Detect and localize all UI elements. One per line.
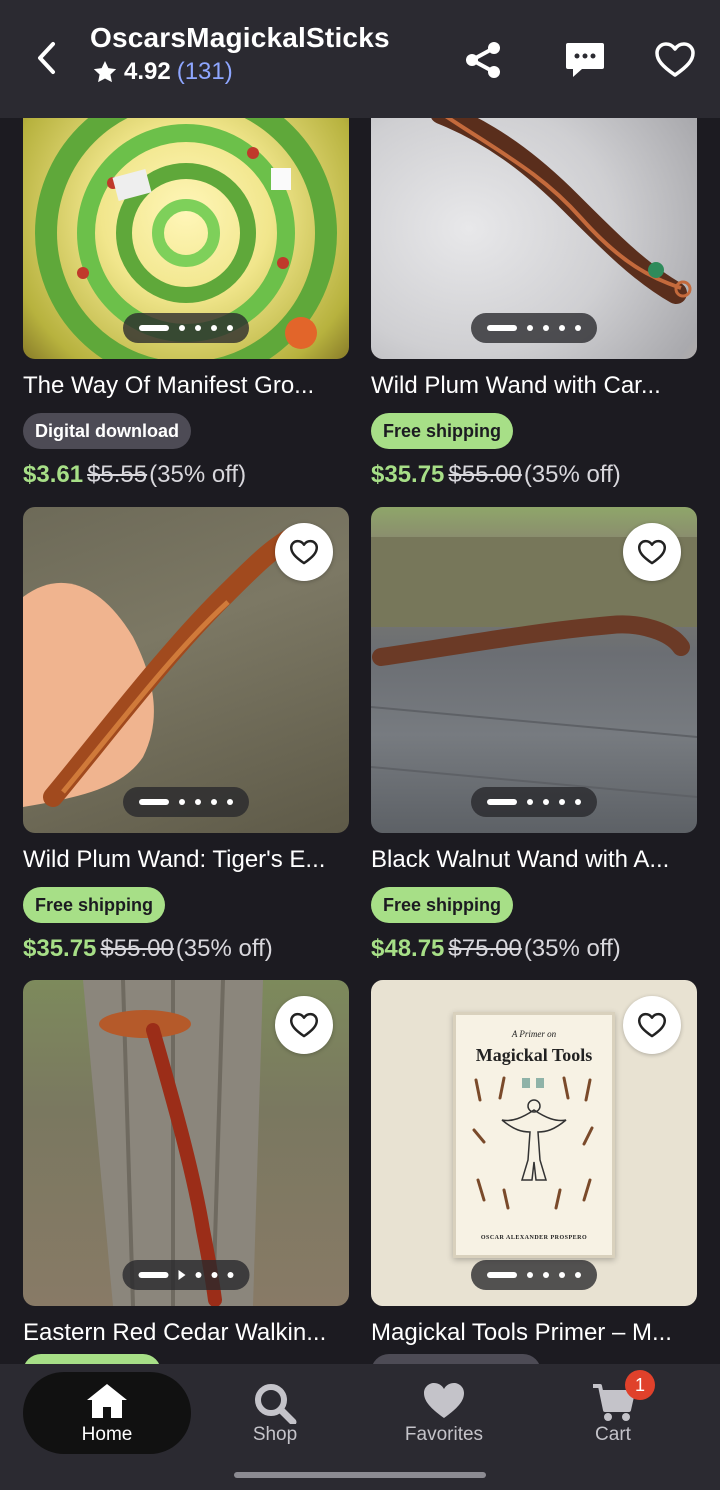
image-carousel-indicator [122, 1260, 250, 1290]
sale-price: $35.75 [23, 935, 97, 962]
listing-image[interactable] [371, 507, 697, 833]
nav-cart[interactable]: 1 Cart [529, 1370, 697, 1454]
listing-title[interactable]: Wild Plum Wand: Tiger's E... [23, 843, 353, 877]
book-subtitle: A Primer on [511, 1029, 557, 1039]
message-button[interactable] [563, 38, 607, 82]
heart-outline-icon [289, 539, 319, 564]
home-indicator[interactable] [234, 1472, 486, 1478]
listing-image[interactable] [23, 980, 349, 1306]
tools-illustration [472, 1076, 594, 1210]
listing-title[interactable]: Wild Plum Wand with Car... [371, 369, 701, 403]
shop-name[interactable]: OscarsMagickalSticks [90, 22, 390, 54]
favorite-button[interactable] [623, 996, 681, 1054]
bottom-navigation: Home Shop Favorites 1 Cart [0, 1364, 720, 1490]
listing-price: $48.75 $75.00(35% off) [371, 929, 697, 969]
listing-price: $35.75 $55.00(35% off) [23, 929, 349, 969]
book-author: OSCAR ALEXANDER PROSPERO [480, 1235, 588, 1241]
favorite-button[interactable] [275, 523, 333, 581]
discount-label: (35% off) [175, 935, 273, 962]
listing-card[interactable]: Black Walnut Wand with A... Free shippin… [371, 507, 697, 969]
star-icon [93, 60, 117, 83]
message-icon [566, 43, 604, 77]
shop-header: OscarsMagickalSticks 4.92 (131) [0, 0, 720, 118]
book-title: Magickal Tools [475, 1045, 593, 1065]
discount-label: (35% off) [523, 935, 621, 962]
nav-shop-label: Shop [252, 1424, 298, 1445]
listing-badge: Free shipping [23, 887, 166, 923]
search-icon [255, 1384, 297, 1424]
original-price: $5.55 [87, 461, 148, 488]
image-carousel-indicator [471, 1260, 597, 1290]
nav-home[interactable]: Home [23, 1372, 191, 1454]
favorite-shop-button[interactable] [653, 38, 697, 82]
nav-favorites-label: Favorites [404, 1424, 484, 1445]
listing-price: $3.61 $5.55(35% off) [23, 455, 349, 495]
image-carousel-indicator [471, 313, 597, 343]
heart-outline-icon [637, 539, 667, 564]
chevron-left-icon [38, 42, 55, 74]
favorite-button[interactable] [623, 523, 681, 581]
listing-price: $35.75 $55.00(35% off) [371, 455, 697, 495]
image-carousel-indicator [471, 787, 597, 817]
sale-price: $48.75 [371, 935, 445, 962]
original-price: $55.00 [100, 935, 174, 962]
heart-outline-icon [637, 1012, 667, 1037]
listing-badge: Free shipping [371, 887, 514, 923]
listing-badge: Free shipping [371, 413, 514, 449]
original-price: $55.00 [448, 461, 522, 488]
listing-title[interactable]: The Way Of Manifest Gro... [23, 369, 353, 403]
sale-price: $35.75 [371, 461, 445, 488]
listing-card[interactable]: A Primer on Magickal Tools OSCAR ALEXAND… [371, 980, 697, 1350]
heart-icon [424, 1383, 464, 1418]
back-button[interactable] [28, 38, 64, 78]
book-cover: A Primer on Magickal Tools OSCAR ALEXAND… [453, 1012, 615, 1258]
nav-home-label: Home [81, 1424, 133, 1445]
sale-price: $3.61 [23, 461, 84, 488]
review-count[interactable]: (131) [177, 58, 233, 86]
nav-favorites[interactable]: Favorites [360, 1372, 528, 1454]
cart-count-badge: 1 [625, 1370, 655, 1400]
heart-outline-icon [655, 42, 695, 77]
rating-value: 4.92 [124, 58, 171, 85]
heart-outline-icon [289, 1012, 319, 1037]
nav-shop[interactable]: Shop [191, 1372, 359, 1454]
listing-title[interactable]: Black Walnut Wand with A... [371, 843, 701, 877]
share-icon [466, 42, 500, 78]
listing-card[interactable]: Wild Plum Wand: Tiger's E... Free shippi… [23, 507, 349, 969]
nav-cart-label: Cart [595, 1424, 631, 1445]
share-button[interactable] [461, 38, 505, 82]
discount-label: (35% off) [149, 461, 247, 488]
original-price: $75.00 [448, 935, 522, 962]
home-icon [87, 1384, 127, 1418]
image-carousel-indicator [123, 313, 249, 343]
image-carousel-indicator [123, 787, 249, 817]
listing-title[interactable]: Eastern Red Cedar Walkin... [23, 1316, 353, 1350]
listing-badge: Digital download [23, 413, 191, 449]
shop-rating[interactable]: 4.92 (131) [92, 58, 233, 86]
discount-label: (35% off) [523, 461, 621, 488]
listing-image[interactable]: A Primer on Magickal Tools OSCAR ALEXAND… [371, 980, 697, 1306]
listing-image[interactable] [23, 507, 349, 833]
listing-card[interactable]: Eastern Red Cedar Walkin... [23, 980, 349, 1350]
listing-title[interactable]: Magickal Tools Primer – M... [371, 1316, 701, 1350]
favorite-button[interactable] [275, 996, 333, 1054]
